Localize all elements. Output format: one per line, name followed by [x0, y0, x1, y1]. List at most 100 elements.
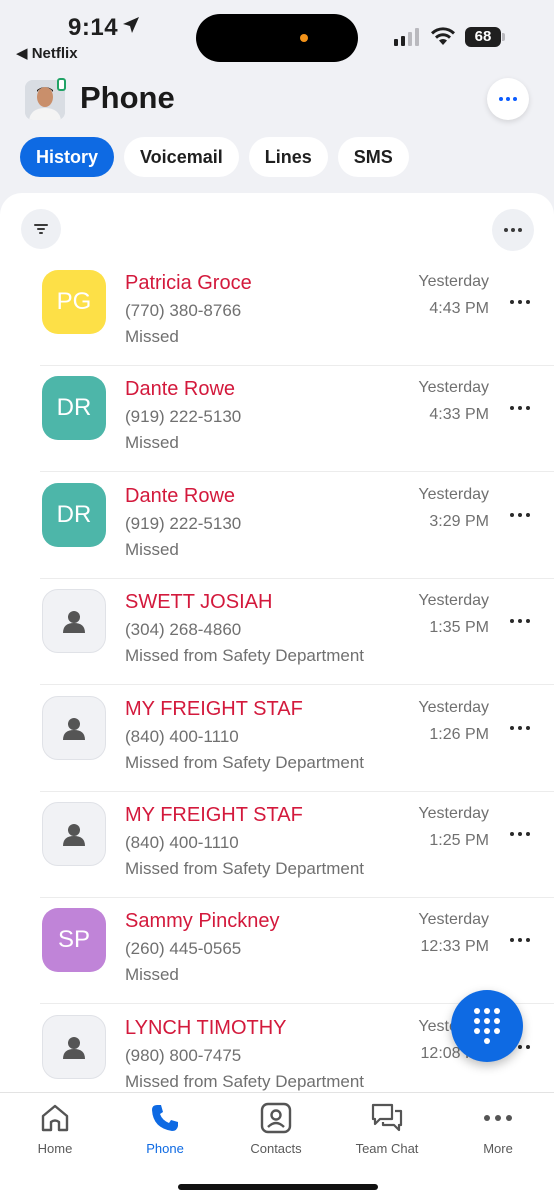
home-icon — [41, 1104, 69, 1132]
caller-number: (980) 800-7475 — [125, 1045, 242, 1065]
call-date: Yesterday — [418, 592, 489, 610]
call-row[interactable]: DR Dante Rowe (919) 222-5130 Missed Yesterda… — [0, 366, 554, 473]
row-more-icon[interactable] — [510, 832, 530, 836]
cellular-signal-icon — [394, 28, 419, 46]
battery-level: 68 — [465, 27, 501, 47]
privacy-indicator — [300, 34, 308, 42]
person-icon[interactable] — [42, 589, 106, 654]
call-row[interactable]: PG Patricia Groce (770) 380-8766 Missed Yest… — [0, 260, 554, 366]
nav-phone[interactable]: Phone — [110, 1101, 220, 1156]
nav-label: Team Chat — [355, 1141, 419, 1156]
row-more-icon[interactable] — [510, 512, 530, 517]
call-row[interactable]: MY FREIGHT STAF (840) 400-1110 Missed from… — [0, 686, 554, 792]
caller-number: (770) 380-8766 — [125, 301, 242, 320]
nav-more[interactable]: More — [443, 1101, 553, 1156]
call-date: Yesterday — [418, 273, 489, 290]
app-header: Phone — [0, 72, 554, 128]
nav-team-chat[interactable]: Team Chat — [332, 1101, 442, 1156]
caller-name: MY FREIGHT STAF — [125, 804, 303, 826]
status-time: 9:14 — [68, 14, 119, 41]
person-icon[interactable] — [42, 802, 106, 866]
caller-number: (919) 222-5130 — [125, 513, 242, 533]
call-row[interactable]: SP Sammy Pinckney (260) 445-0565 Missed Yest… — [0, 898, 554, 1005]
call-history-list: PG Patricia Groce (770) 380-8766 Missed Yest… — [0, 193, 554, 1093]
ellipsis-icon — [499, 97, 517, 101]
caller-number: (840) 400-1110 — [125, 833, 239, 852]
call-status: Missed from Safety Department — [125, 1071, 365, 1091]
call-date: Yesterday — [418, 379, 489, 397]
caller-name: LYNCH TIMOTHY — [125, 1016, 287, 1039]
call-row[interactable]: MY FREIGHT STAF (840) 400-1110 Missed from… — [0, 792, 554, 898]
back-to-app-link[interactable]: ◀ Netflix — [16, 44, 78, 62]
call-time: 4:33 PM — [429, 406, 489, 424]
row-more-icon[interactable] — [510, 725, 530, 730]
more-icon — [484, 1115, 512, 1121]
call-row[interactable]: SWETT JOSIAH (304) 268-4860 Missed from Sa… — [0, 579, 554, 686]
call-status: Missed — [125, 327, 179, 346]
filter-button[interactable] — [21, 209, 61, 249]
call-date: Yesterday — [418, 911, 489, 929]
nav-label: Contacts — [250, 1141, 302, 1156]
nav-label: More — [483, 1141, 513, 1156]
call-status: Missed from Safety Department — [125, 752, 365, 772]
presence-status-icon — [57, 78, 66, 91]
call-time: 4:43 PM — [429, 300, 489, 317]
ellipsis-icon — [504, 228, 522, 232]
status-bar: 9:14 ◀ Netflix 68 — [0, 0, 554, 66]
contact-avatar[interactable]: DR — [42, 482, 106, 547]
row-more-icon[interactable] — [510, 938, 530, 943]
tab-lines[interactable]: Lines — [248, 137, 328, 177]
call-time: 1:26 PM — [429, 725, 489, 743]
phone-screen: 9:14 ◀ Netflix 68 Phone History Voicemai… — [0, 0, 554, 1200]
nav-label: Home — [37, 1141, 73, 1156]
caller-name: Patricia Groce — [125, 272, 252, 294]
call-time: 1:25 PM — [429, 832, 489, 849]
contact-avatar[interactable]: DR — [42, 376, 106, 441]
page-title: Phone — [80, 80, 175, 115]
list-more-button[interactable] — [492, 209, 534, 251]
tab-voicemail[interactable]: Voicemail — [124, 137, 239, 177]
caller-number: (840) 400-1110 — [125, 726, 239, 746]
contact-avatar[interactable]: PG — [42, 270, 106, 334]
phone-icon — [152, 1105, 178, 1131]
call-date: Yesterday — [418, 805, 489, 822]
wifi-icon — [431, 27, 455, 45]
caller-name: MY FREIGHT STAF — [125, 697, 303, 720]
call-status: Missed — [125, 965, 179, 985]
caller-number: (304) 268-4860 — [125, 620, 242, 640]
location-arrow-icon — [123, 17, 139, 33]
caller-name: Dante Rowe — [125, 484, 236, 507]
battery-cap — [502, 33, 505, 41]
tab-history[interactable]: History — [20, 137, 115, 177]
person-icon[interactable] — [42, 695, 106, 760]
caller-number: (919) 222-5130 — [125, 407, 242, 427]
contacts-icon — [260, 1102, 292, 1134]
tab-sms[interactable]: SMS — [337, 137, 409, 177]
row-more-icon[interactable] — [510, 619, 530, 624]
home-indicator — [178, 1184, 378, 1190]
call-status: Missed from Safety Department — [125, 859, 365, 878]
filter-icon — [34, 224, 48, 234]
call-row[interactable]: DR Dante Rowe (919) 222-5130 Missed Yesterda… — [0, 473, 554, 579]
call-status: Missed — [125, 539, 179, 559]
contact-avatar[interactable]: SP — [42, 908, 106, 973]
call-time: 12:33 PM — [420, 938, 489, 956]
row-more-icon[interactable] — [510, 406, 530, 411]
caller-name: Sammy Pinckney — [125, 910, 280, 933]
caller-number: (260) 445-0565 — [125, 939, 242, 959]
dialpad-button[interactable] — [451, 990, 523, 1062]
header-more-button[interactable] — [487, 78, 529, 120]
call-date: Yesterday — [418, 485, 489, 503]
team-chat-icon — [371, 1103, 403, 1132]
call-time: 1:35 PM — [429, 619, 489, 637]
nav-home[interactable]: Home — [0, 1101, 110, 1156]
dialpad-icon — [474, 1008, 500, 1044]
person-icon[interactable] — [42, 1014, 106, 1079]
call-status: Missed from Safety Department — [125, 646, 365, 666]
tab-bar: History Voicemail Lines SMS — [20, 137, 409, 177]
nav-contacts[interactable]: Contacts — [221, 1101, 331, 1156]
call-status: Missed — [125, 433, 179, 453]
row-more-icon[interactable] — [510, 300, 530, 304]
nav-label: Phone — [146, 1141, 184, 1156]
call-time: 3:29 PM — [429, 512, 489, 530]
